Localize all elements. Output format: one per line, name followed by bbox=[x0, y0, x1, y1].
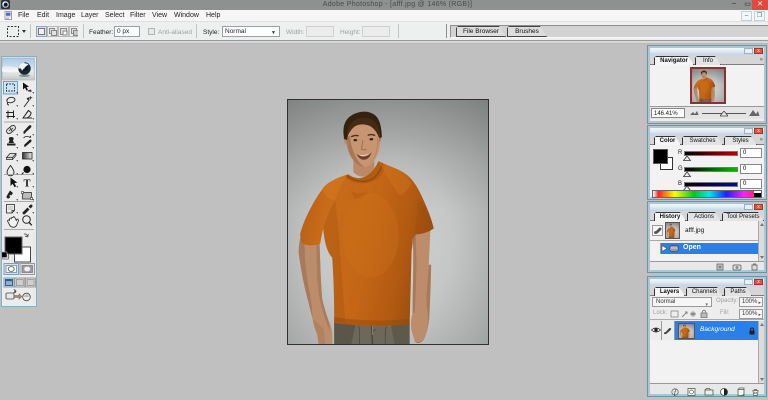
svg-text:f: f bbox=[674, 389, 677, 397]
svg-text:T: T bbox=[23, 179, 30, 190]
